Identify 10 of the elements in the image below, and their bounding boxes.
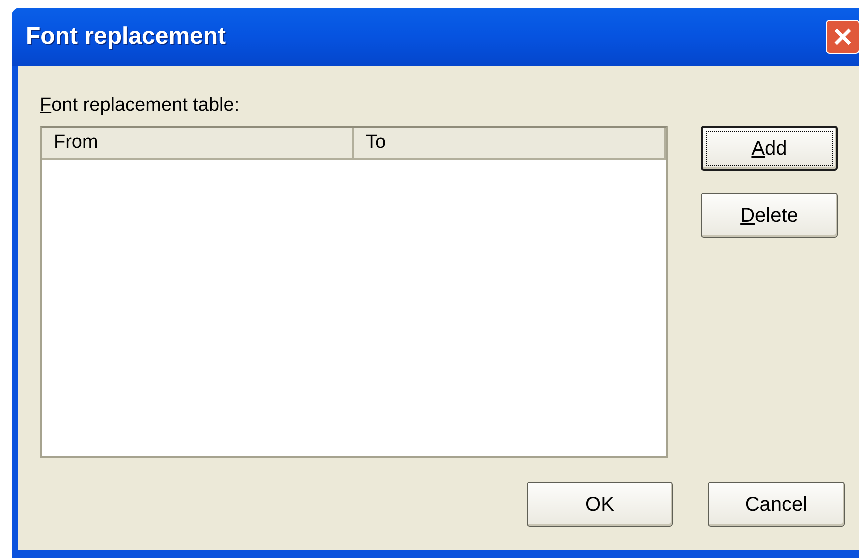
window-title: Font replacement (26, 22, 226, 52)
column-header[interactable]: From (42, 128, 354, 158)
dialog-button[interactable]: Delete (701, 193, 838, 238)
dialog-button[interactable]: Add (701, 126, 838, 171)
close-button[interactable] (826, 20, 859, 54)
dialog-button[interactable]: Cancel (708, 482, 845, 527)
close-icon (833, 27, 853, 47)
table-label: Font replacement table: (40, 94, 241, 116)
column-header[interactable]: To (354, 128, 666, 158)
dialog-button[interactable]: OK (527, 482, 673, 527)
